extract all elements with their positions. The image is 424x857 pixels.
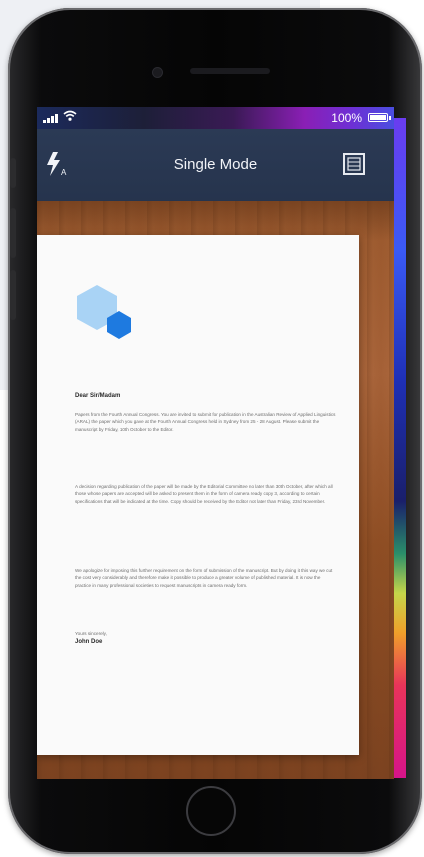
earpiece-speaker: [190, 68, 270, 74]
front-camera: [153, 68, 162, 77]
scanned-document: Dear Sir/Madam Papers from the Fourth An…: [37, 235, 359, 755]
mute-switch: [10, 158, 16, 188]
battery-percentage: 100%: [331, 111, 362, 125]
hexagon-logo-icon: [77, 285, 131, 339]
app-screen: 100% A Single Mode Dear Sir/Madam Papers…: [37, 107, 394, 779]
document-paragraph-1: Papers from the Fourth Annual Congress. …: [75, 412, 336, 432]
volume-up-button: [10, 208, 16, 258]
document-greeting: Dear Sir/Madam: [75, 393, 121, 399]
document-signature: John Doe: [75, 639, 103, 645]
cellular-signal-icon: [43, 113, 58, 123]
gallery-button[interactable]: [341, 151, 367, 177]
gallery-icon: [343, 153, 365, 175]
document-closing: Yours sincerely,: [75, 631, 107, 636]
wallpaper-edge: [394, 118, 406, 778]
document-paragraph-2: A decision regarding publication of the …: [75, 484, 333, 504]
top-toolbar: A Single Mode: [37, 129, 394, 201]
home-button[interactable]: [186, 786, 236, 836]
battery-tip: [389, 116, 391, 120]
battery-level-fill: [370, 115, 386, 120]
document-paragraph-3: We apologize for imposing this further r…: [75, 568, 333, 588]
stage: 100% A Single Mode Dear Sir/Madam Papers…: [0, 0, 424, 857]
battery-icon: [368, 113, 388, 122]
status-bar: 100%: [37, 107, 394, 129]
wifi-icon: [63, 110, 77, 125]
volume-down-button: [10, 270, 16, 320]
